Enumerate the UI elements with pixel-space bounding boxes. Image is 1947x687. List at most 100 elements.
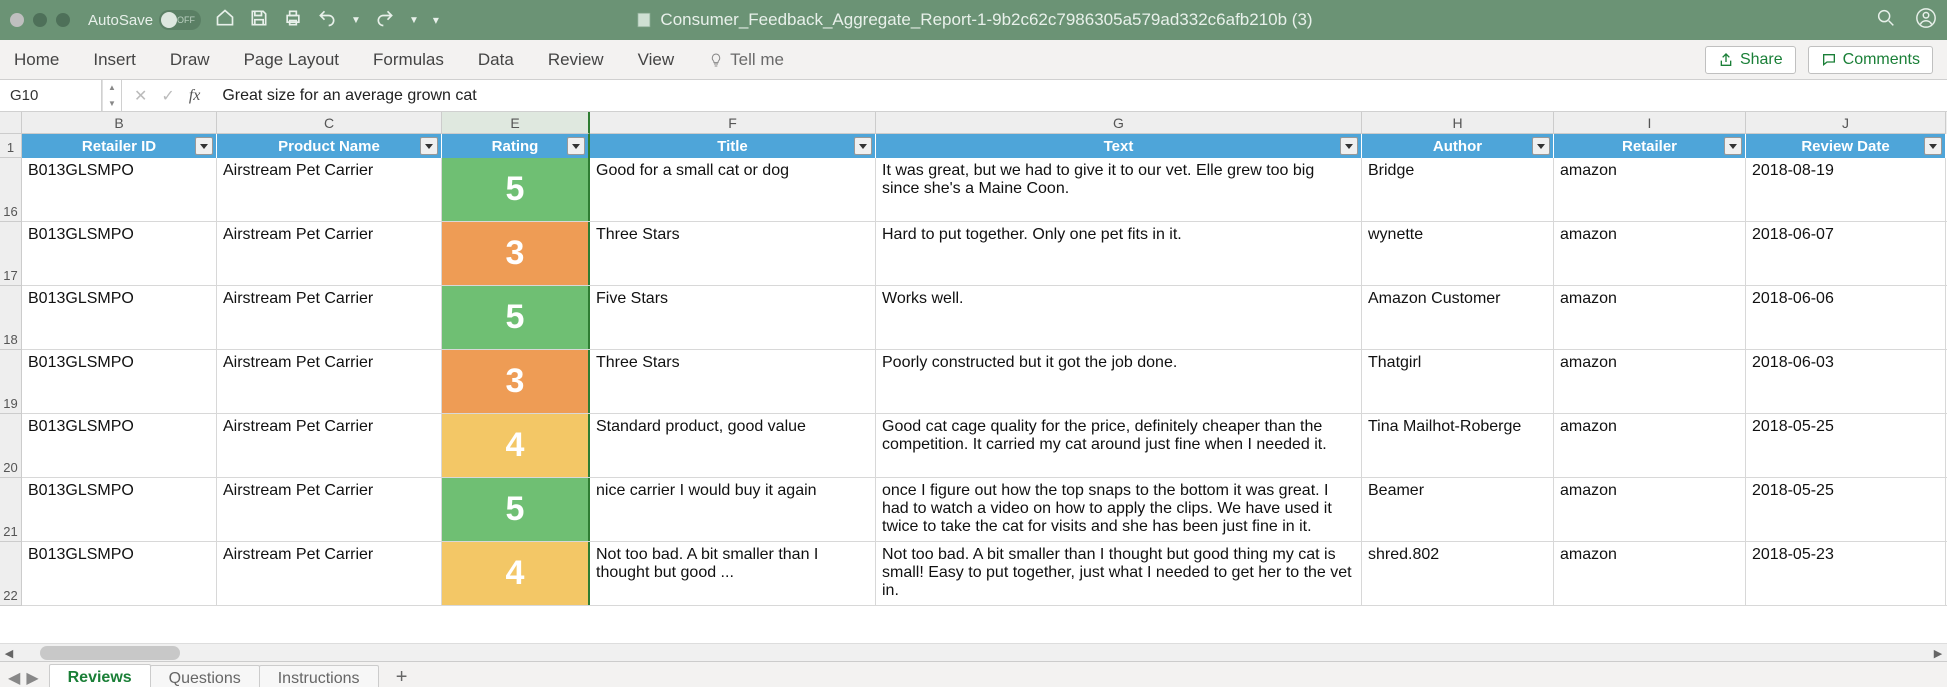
filter-icon[interactable] [1532, 137, 1550, 155]
cell-retailer[interactable]: amazon [1554, 542, 1746, 605]
home-icon[interactable] [215, 8, 235, 33]
cell-author[interactable]: wynette [1362, 222, 1554, 285]
filter-icon[interactable] [854, 137, 872, 155]
cell-retailer-id[interactable]: B013GLSMPO [22, 542, 217, 605]
cell-author[interactable]: Thatgirl [1362, 350, 1554, 413]
cell-rating[interactable]: 5 [442, 286, 590, 349]
cell-title[interactable]: Good for a small cat or dog [590, 158, 876, 221]
row-header[interactable]: 17 [0, 222, 22, 286]
row-header[interactable]: 22 [0, 542, 22, 606]
filter-icon[interactable] [195, 137, 213, 155]
cell-product-name[interactable]: Airstream Pet Carrier [217, 350, 442, 413]
tell-me-search[interactable]: Tell me [708, 50, 784, 70]
ribbon-tab-view[interactable]: View [638, 50, 675, 70]
cell-review-date[interactable]: 2018-06-03 [1746, 350, 1946, 413]
cell-retailer-id[interactable]: B013GLSMPO [22, 478, 217, 541]
cell-retailer-id[interactable]: B013GLSMPO [22, 286, 217, 349]
cell-retailer[interactable]: amazon [1554, 158, 1746, 221]
qat-customize-icon[interactable]: ▾ [433, 13, 439, 27]
close-window-button[interactable] [10, 13, 24, 27]
cell-title[interactable]: Five Stars [590, 286, 876, 349]
cell-product-name[interactable]: Airstream Pet Carrier [217, 286, 442, 349]
add-sheet-button[interactable]: + [388, 666, 416, 687]
cell-text[interactable]: Hard to put together. Only one pet fits … [876, 222, 1362, 285]
ribbon-tab-review[interactable]: Review [548, 50, 604, 70]
cell-product-name[interactable]: Airstream Pet Carrier [217, 478, 442, 541]
cell-product-name[interactable]: Airstream Pet Carrier [217, 414, 442, 477]
cell-review-date[interactable]: 2018-08-19 [1746, 158, 1946, 221]
filter-icon[interactable] [1340, 137, 1358, 155]
cell-title[interactable]: Standard product, good value [590, 414, 876, 477]
scroll-left-icon[interactable]: ◀ [0, 644, 18, 662]
cell-retailer[interactable]: amazon [1554, 350, 1746, 413]
maximize-window-button[interactable] [56, 13, 70, 27]
save-icon[interactable] [249, 8, 269, 33]
header-text[interactable]: Text [876, 134, 1362, 158]
spreadsheet-grid[interactable]: B C E F G H I J 116171819202122 Retailer… [0, 112, 1947, 643]
cell-retailer[interactable]: amazon [1554, 286, 1746, 349]
cell-retailer[interactable]: amazon [1554, 222, 1746, 285]
cell-text[interactable]: It was great, but we had to give it to o… [876, 158, 1362, 221]
fx-icon[interactable]: fx [189, 87, 201, 105]
cell-rating[interactable]: 3 [442, 350, 590, 413]
undo-icon[interactable] [317, 8, 337, 33]
sheet-tab-instructions[interactable]: Instructions [259, 665, 379, 687]
cell-text[interactable]: Good cat cage quality for the price, def… [876, 414, 1362, 477]
ribbon-tab-insert[interactable]: Insert [93, 50, 136, 70]
ribbon-tab-home[interactable]: Home [14, 50, 59, 70]
cell-retailer[interactable]: amazon [1554, 478, 1746, 541]
cell-title[interactable]: Three Stars [590, 222, 876, 285]
redo-dropdown-icon[interactable]: ▼ [409, 15, 419, 26]
cell-text[interactable]: Poorly constructed but it got the job do… [876, 350, 1362, 413]
cancel-icon[interactable]: ✕ [134, 86, 147, 106]
cell-author[interactable]: Tina Mailhot-Roberge [1362, 414, 1554, 477]
autosave-toggle[interactable]: AutoSave OFF [88, 10, 201, 30]
select-all-corner[interactable] [0, 112, 22, 134]
undo-dropdown-icon[interactable]: ▼ [351, 15, 361, 26]
enter-icon[interactable]: ✓ [161, 86, 174, 106]
sheet-tab-questions[interactable]: Questions [150, 665, 260, 687]
col-header-F[interactable]: F [590, 112, 876, 134]
col-header-C[interactable]: C [217, 112, 442, 134]
col-header-G[interactable]: G [876, 112, 1362, 134]
header-product-name[interactable]: Product Name [217, 134, 442, 158]
header-review-date[interactable]: Review Date [1746, 134, 1946, 158]
cell-title[interactable]: nice carrier I would buy it again [590, 478, 876, 541]
cell-author[interactable]: Amazon Customer [1362, 286, 1554, 349]
filter-icon[interactable] [1924, 137, 1942, 155]
ribbon-tab-page-layout[interactable]: Page Layout [244, 50, 339, 70]
name-box-stepper[interactable]: ▲▼ [102, 80, 122, 111]
cell-author[interactable]: Beamer [1362, 478, 1554, 541]
autosave-switch[interactable]: OFF [159, 10, 201, 30]
ribbon-tab-draw[interactable]: Draw [170, 50, 210, 70]
name-box[interactable]: G10 [0, 80, 102, 111]
search-icon[interactable] [1875, 7, 1897, 34]
row-header[interactable]: 20 [0, 414, 22, 478]
cell-product-name[interactable]: Airstream Pet Carrier [217, 158, 442, 221]
row-header[interactable]: 1 [0, 134, 22, 158]
horizontal-scrollbar[interactable]: ◀ ▶ [0, 643, 1947, 661]
cell-review-date[interactable]: 2018-06-07 [1746, 222, 1946, 285]
sheet-tab-reviews[interactable]: Reviews [49, 664, 151, 687]
filter-icon[interactable] [567, 137, 585, 155]
scroll-right-icon[interactable]: ▶ [1929, 644, 1947, 662]
cell-title[interactable]: Not too bad. A bit smaller than I though… [590, 542, 876, 605]
account-icon[interactable] [1915, 7, 1937, 34]
cell-review-date[interactable]: 2018-06-06 [1746, 286, 1946, 349]
row-header[interactable]: 21 [0, 478, 22, 542]
row-header[interactable]: 19 [0, 350, 22, 414]
cell-rating[interactable]: 5 [442, 478, 590, 541]
header-retailer[interactable]: Retailer [1554, 134, 1746, 158]
filter-icon[interactable] [1724, 137, 1742, 155]
cell-retailer-id[interactable]: B013GLSMPO [22, 222, 217, 285]
col-header-I[interactable]: I [1554, 112, 1746, 134]
ribbon-tab-formulas[interactable]: Formulas [373, 50, 444, 70]
cell-text[interactable]: Works well. [876, 286, 1362, 349]
cell-author[interactable]: Bridge [1362, 158, 1554, 221]
col-header-J[interactable]: J [1746, 112, 1946, 134]
cell-retailer-id[interactable]: B013GLSMPO [22, 414, 217, 477]
row-header[interactable]: 16 [0, 158, 22, 222]
scrollbar-thumb[interactable] [40, 646, 180, 660]
header-retailer-id[interactable]: Retailer ID [22, 134, 217, 158]
cell-product-name[interactable]: Airstream Pet Carrier [217, 542, 442, 605]
